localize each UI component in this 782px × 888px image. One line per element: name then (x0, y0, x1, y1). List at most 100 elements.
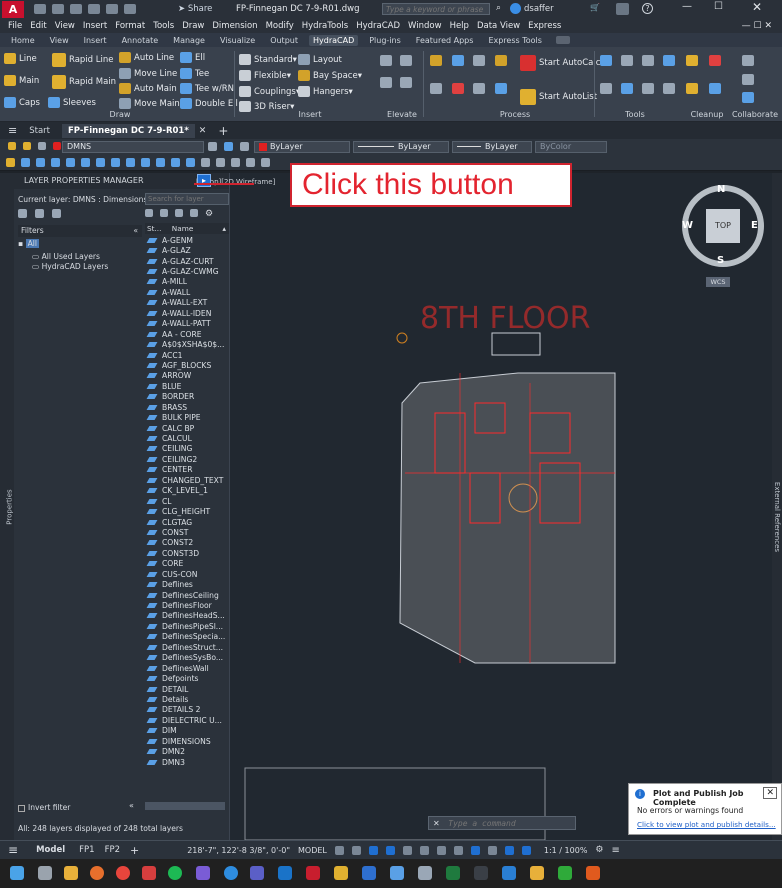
layer-search[interactable] (145, 193, 229, 205)
group-filter-icon[interactable] (35, 209, 44, 218)
layer-row[interactable]: CL (145, 496, 227, 506)
collapse-icon[interactable]: « (133, 225, 138, 237)
layer-row[interactable]: CENTER (145, 465, 227, 475)
undo-icon[interactable] (88, 4, 100, 14)
layer-tool-icon[interactable] (224, 142, 233, 151)
file-explorer-icon[interactable] (64, 866, 78, 880)
layer-row[interactable]: Deflines (145, 579, 227, 589)
teams-icon[interactable] (250, 866, 264, 880)
open-icon[interactable] (52, 4, 64, 14)
menu-item[interactable]: Modify (266, 21, 294, 31)
user-name[interactable]: dsaffer (524, 4, 554, 14)
process-icon[interactable] (430, 83, 442, 94)
linetype-dropdown[interactable]: ByLayer (353, 141, 449, 153)
compass-n[interactable]: N (717, 184, 725, 195)
compass-e[interactable]: E (751, 220, 758, 231)
minimize-icon[interactable]: — (682, 1, 692, 12)
menu-item[interactable]: Help (450, 21, 469, 31)
new-tab-icon[interactable]: + (218, 124, 228, 138)
layer-row[interactable]: DeflinesCeiling (145, 590, 227, 600)
ortho-icon[interactable] (368, 845, 378, 855)
panel-toggle-button[interactable]: ▸ (197, 174, 211, 187)
otrack-icon[interactable] (419, 845, 429, 855)
layer-row[interactable]: BULK PIPE (145, 412, 227, 422)
compass-s[interactable]: S (717, 255, 724, 266)
layer-row[interactable]: CORE (145, 559, 227, 569)
app-icon[interactable] (586, 866, 600, 880)
excel-icon[interactable] (446, 866, 460, 880)
app-icon[interactable] (142, 866, 156, 880)
tab-featured-apps[interactable]: Featured Apps (412, 35, 478, 46)
window-controls-icon[interactable]: — ☐ ✕ (742, 21, 772, 31)
app-icon[interactable] (558, 866, 572, 880)
model-tab[interactable]: Model (36, 845, 65, 855)
layer-row[interactable]: CK_LEVEL_1 (145, 486, 227, 496)
auto-main-button[interactable]: Auto Main (119, 83, 177, 94)
tool-icon[interactable] (621, 55, 633, 66)
autodesk-app-icon[interactable] (616, 3, 629, 15)
sleeves-button[interactable]: Sleeves (48, 97, 96, 108)
help-icon[interactable]: ? (642, 3, 653, 14)
properties-side-label[interactable]: Properties (6, 489, 14, 524)
layer-row[interactable]: Defpoints (145, 673, 227, 683)
layer-row[interactable]: CONST (145, 527, 227, 537)
layer-row[interactable]: A-GLAZ (145, 245, 227, 255)
tab-active-drawing[interactable]: FP-Finnegan DC 7-9-R01* (61, 123, 195, 138)
cleanup-icon[interactable] (686, 55, 698, 66)
tab-view[interactable]: View (46, 35, 73, 46)
process-icon[interactable] (473, 55, 485, 66)
app-icon[interactable] (390, 866, 404, 880)
layer-button-icon[interactable] (141, 158, 150, 167)
rapid-line-button[interactable]: Rapid Line (52, 53, 114, 67)
maximize-icon[interactable]: ☐ (714, 1, 723, 12)
tab-annotate[interactable]: Annotate (118, 35, 163, 46)
command-input[interactable] (448, 817, 557, 829)
drawing-canvas[interactable]: [-][Top][2D Wireframe] ▸ 8TH FLOOR TOP N… (194, 173, 782, 840)
layer-row[interactable]: A-WALL-IDEN (145, 308, 227, 318)
layer-row[interactable]: A-GENM (145, 235, 227, 245)
3d-riser-button[interactable]: 3D Riser ▾ (239, 101, 294, 112)
layer-row[interactable]: AA - CORE (145, 329, 227, 339)
lock-icon[interactable] (38, 142, 46, 150)
layer-row[interactable]: A-WALL (145, 287, 227, 297)
fp2-tab[interactable]: FP2 (105, 845, 120, 855)
layer-row[interactable]: DeflinesFloor (145, 600, 227, 610)
layer-row[interactable]: DETAIL (145, 684, 227, 694)
process-icon[interactable] (473, 83, 485, 94)
lightbulb-icon[interactable] (8, 142, 16, 150)
layer-search-input[interactable] (146, 194, 218, 204)
layer-row[interactable]: BLUE (145, 381, 227, 391)
tab-express-tools[interactable]: Express Tools (484, 35, 546, 46)
plotstyle-dropdown[interactable]: ByColor (535, 141, 607, 153)
annotation-icon[interactable] (504, 845, 514, 855)
horizontal-scrollbar[interactable] (145, 802, 225, 810)
workspace-gear-icon[interactable]: ⚙ (595, 845, 603, 855)
layer-button-icon[interactable] (96, 158, 105, 167)
collapse-filters-icon[interactable]: « (129, 801, 134, 810)
layer-button-icon[interactable] (171, 158, 180, 167)
new-icon[interactable] (34, 4, 46, 14)
double-ell-button[interactable]: Double Ell (180, 98, 238, 109)
layer-row[interactable]: DeflinesHeadS... (145, 611, 227, 621)
layer-row[interactable]: A-WALL-EXT (145, 298, 227, 308)
polar-icon[interactable] (385, 845, 395, 855)
add-layout-icon[interactable]: + (130, 844, 139, 857)
command-line[interactable]: ✕ (428, 816, 576, 830)
layer-row[interactable]: BORDER (145, 392, 227, 402)
process-icon[interactable] (494, 83, 507, 94)
layer-button-icon[interactable] (261, 158, 270, 167)
layer-button-icon[interactable] (51, 158, 60, 167)
osnap-icon[interactable] (436, 845, 446, 855)
hangers-button[interactable]: Hangers ▾ (298, 86, 353, 97)
name-column-header[interactable]: Name (172, 224, 194, 233)
tab-insert[interactable]: Insert (80, 35, 111, 46)
layer-button-icon[interactable] (156, 158, 165, 167)
tool-icon[interactable] (600, 55, 612, 66)
new-filter-icon[interactable] (18, 209, 27, 218)
layer-button-icon[interactable] (201, 158, 210, 167)
fp1-tab[interactable]: FP1 (79, 845, 94, 855)
elevate-icon[interactable] (400, 77, 412, 88)
layer-button-icon[interactable] (186, 158, 195, 167)
wcs-menu[interactable]: WCS (706, 277, 730, 287)
layer-row[interactable]: CEILING2 (145, 454, 227, 464)
